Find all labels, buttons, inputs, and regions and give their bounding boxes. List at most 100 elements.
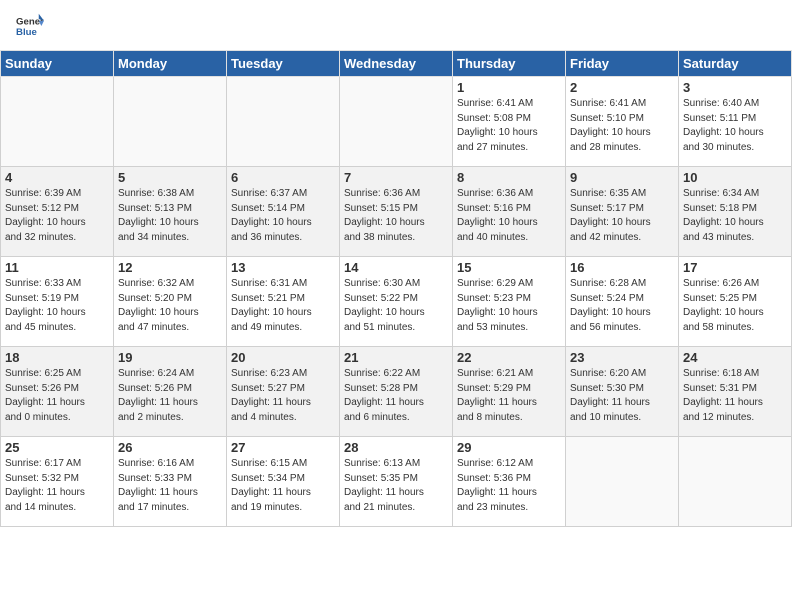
calendar-week-2: 4 Sunrise: 6:39 AM Sunset: 5:12 PM Daylig… bbox=[1, 167, 792, 257]
day-info: Sunrise: 6:16 AM Sunset: 5:33 PM Dayligh… bbox=[118, 457, 222, 515]
weekday-header-monday: Monday bbox=[114, 51, 227, 77]
day-info: Sunrise: 6:36 AM Sunset: 5:15 PM Dayligh… bbox=[344, 187, 448, 245]
calendar-cell: 22 Sunrise: 6:21 AM Sunset: 5:29 PM Dayli… bbox=[453, 347, 566, 437]
day-info: Sunrise: 6:41 AM Sunset: 5:10 PM Dayligh… bbox=[570, 97, 674, 155]
day-number: 19 bbox=[118, 350, 222, 365]
day-number: 28 bbox=[344, 440, 448, 455]
calendar-week-1: 1 Sunrise: 6:41 AM Sunset: 5:08 PM Daylig… bbox=[1, 77, 792, 167]
calendar-cell bbox=[340, 77, 453, 167]
day-info: Sunrise: 6:29 AM Sunset: 5:23 PM Dayligh… bbox=[457, 277, 561, 335]
day-number: 12 bbox=[118, 260, 222, 275]
weekday-header-wednesday: Wednesday bbox=[340, 51, 453, 77]
day-number: 10 bbox=[683, 170, 787, 185]
calendar-cell: 29 Sunrise: 6:12 AM Sunset: 5:36 PM Dayli… bbox=[453, 437, 566, 527]
day-number: 1 bbox=[457, 80, 561, 95]
calendar-cell: 6 Sunrise: 6:37 AM Sunset: 5:14 PM Daylig… bbox=[227, 167, 340, 257]
day-info: Sunrise: 6:20 AM Sunset: 5:30 PM Dayligh… bbox=[570, 367, 674, 425]
calendar-cell bbox=[227, 77, 340, 167]
calendar-cell: 21 Sunrise: 6:22 AM Sunset: 5:28 PM Dayli… bbox=[340, 347, 453, 437]
day-number: 22 bbox=[457, 350, 561, 365]
calendar-cell: 26 Sunrise: 6:16 AM Sunset: 5:33 PM Dayli… bbox=[114, 437, 227, 527]
calendar-cell: 14 Sunrise: 6:30 AM Sunset: 5:22 PM Dayli… bbox=[340, 257, 453, 347]
calendar-cell bbox=[114, 77, 227, 167]
calendar-week-4: 18 Sunrise: 6:25 AM Sunset: 5:26 PM Dayli… bbox=[1, 347, 792, 437]
day-info: Sunrise: 6:35 AM Sunset: 5:17 PM Dayligh… bbox=[570, 187, 674, 245]
calendar-cell: 4 Sunrise: 6:39 AM Sunset: 5:12 PM Daylig… bbox=[1, 167, 114, 257]
day-number: 27 bbox=[231, 440, 335, 455]
day-number: 25 bbox=[5, 440, 109, 455]
calendar-cell: 16 Sunrise: 6:28 AM Sunset: 5:24 PM Dayli… bbox=[566, 257, 679, 347]
day-info: Sunrise: 6:24 AM Sunset: 5:26 PM Dayligh… bbox=[118, 367, 222, 425]
day-info: Sunrise: 6:34 AM Sunset: 5:18 PM Dayligh… bbox=[683, 187, 787, 245]
day-info: Sunrise: 6:41 AM Sunset: 5:08 PM Dayligh… bbox=[457, 97, 561, 155]
day-number: 26 bbox=[118, 440, 222, 455]
day-number: 4 bbox=[5, 170, 109, 185]
calendar-cell bbox=[1, 77, 114, 167]
weekday-header-saturday: Saturday bbox=[679, 51, 792, 77]
calendar-cell: 5 Sunrise: 6:38 AM Sunset: 5:13 PM Daylig… bbox=[114, 167, 227, 257]
calendar-cell: 12 Sunrise: 6:32 AM Sunset: 5:20 PM Dayli… bbox=[114, 257, 227, 347]
day-number: 21 bbox=[344, 350, 448, 365]
calendar-cell: 27 Sunrise: 6:15 AM Sunset: 5:34 PM Dayli… bbox=[227, 437, 340, 527]
day-number: 18 bbox=[5, 350, 109, 365]
day-info: Sunrise: 6:22 AM Sunset: 5:28 PM Dayligh… bbox=[344, 367, 448, 425]
calendar-cell: 7Sunrise: 6:36 AM Sunset: 5:15 PM Daylig… bbox=[340, 167, 453, 257]
day-info: Sunrise: 6:28 AM Sunset: 5:24 PM Dayligh… bbox=[570, 277, 674, 335]
day-info: Sunrise: 6:31 AM Sunset: 5:21 PM Dayligh… bbox=[231, 277, 335, 335]
day-info: Sunrise: 6:12 AM Sunset: 5:36 PM Dayligh… bbox=[457, 457, 561, 515]
calendar-cell: 24Sunrise: 6:18 AM Sunset: 5:31 PM Dayli… bbox=[679, 347, 792, 437]
day-info: Sunrise: 6:30 AM Sunset: 5:22 PM Dayligh… bbox=[344, 277, 448, 335]
day-info: Sunrise: 6:26 AM Sunset: 5:25 PM Dayligh… bbox=[683, 277, 787, 335]
svg-text:Blue: Blue bbox=[16, 27, 37, 38]
day-number: 9 bbox=[570, 170, 674, 185]
calendar-cell bbox=[679, 437, 792, 527]
day-info: Sunrise: 6:32 AM Sunset: 5:20 PM Dayligh… bbox=[118, 277, 222, 335]
calendar-cell bbox=[566, 437, 679, 527]
calendar-cell: 23Sunrise: 6:20 AM Sunset: 5:30 PM Dayli… bbox=[566, 347, 679, 437]
day-info: Sunrise: 6:23 AM Sunset: 5:27 PM Dayligh… bbox=[231, 367, 335, 425]
day-number: 6 bbox=[231, 170, 335, 185]
calendar-cell: 20Sunrise: 6:23 AM Sunset: 5:27 PM Dayli… bbox=[227, 347, 340, 437]
calendar-cell: 15Sunrise: 6:29 AM Sunset: 5:23 PM Dayli… bbox=[453, 257, 566, 347]
calendar-cell: 1 Sunrise: 6:41 AM Sunset: 5:08 PM Daylig… bbox=[453, 77, 566, 167]
calendar-week-5: 25 Sunrise: 6:17 AM Sunset: 5:32 PM Dayli… bbox=[1, 437, 792, 527]
day-info: Sunrise: 6:21 AM Sunset: 5:29 PM Dayligh… bbox=[457, 367, 561, 425]
day-info: Sunrise: 6:17 AM Sunset: 5:32 PM Dayligh… bbox=[5, 457, 109, 515]
logo: General Blue bbox=[16, 12, 44, 40]
day-number: 17 bbox=[683, 260, 787, 275]
day-info: Sunrise: 6:18 AM Sunset: 5:31 PM Dayligh… bbox=[683, 367, 787, 425]
day-number: 16 bbox=[570, 260, 674, 275]
day-number: 11 bbox=[5, 260, 109, 275]
day-info: Sunrise: 6:13 AM Sunset: 5:35 PM Dayligh… bbox=[344, 457, 448, 515]
day-number: 5 bbox=[118, 170, 222, 185]
logo-icon: General Blue bbox=[16, 12, 44, 40]
day-info: Sunrise: 6:39 AM Sunset: 5:12 PM Dayligh… bbox=[5, 187, 109, 245]
page-header: General Blue bbox=[0, 0, 792, 44]
day-number: 13 bbox=[231, 260, 335, 275]
day-info: Sunrise: 6:33 AM Sunset: 5:19 PM Dayligh… bbox=[5, 277, 109, 335]
calendar-week-3: 11 Sunrise: 6:33 AM Sunset: 5:19 PM Dayli… bbox=[1, 257, 792, 347]
day-info: Sunrise: 6:38 AM Sunset: 5:13 PM Dayligh… bbox=[118, 187, 222, 245]
calendar-cell: 18 Sunrise: 6:25 AM Sunset: 5:26 PM Dayli… bbox=[1, 347, 114, 437]
day-info: Sunrise: 6:37 AM Sunset: 5:14 PM Dayligh… bbox=[231, 187, 335, 245]
calendar-cell: 25 Sunrise: 6:17 AM Sunset: 5:32 PM Dayli… bbox=[1, 437, 114, 527]
day-number: 29 bbox=[457, 440, 561, 455]
weekday-header-row: SundayMondayTuesdayWednesdayThursdayFrid… bbox=[1, 51, 792, 77]
weekday-header-friday: Friday bbox=[566, 51, 679, 77]
day-number: 14 bbox=[344, 260, 448, 275]
day-info: Sunrise: 6:25 AM Sunset: 5:26 PM Dayligh… bbox=[5, 367, 109, 425]
weekday-header-sunday: Sunday bbox=[1, 51, 114, 77]
calendar-cell: 13 Sunrise: 6:31 AM Sunset: 5:21 PM Dayli… bbox=[227, 257, 340, 347]
calendar-cell: 19 Sunrise: 6:24 AM Sunset: 5:26 PM Dayli… bbox=[114, 347, 227, 437]
calendar-cell: 8Sunrise: 6:36 AM Sunset: 5:16 PM Daylig… bbox=[453, 167, 566, 257]
calendar-cell: 11 Sunrise: 6:33 AM Sunset: 5:19 PM Dayli… bbox=[1, 257, 114, 347]
day-info: Sunrise: 6:15 AM Sunset: 5:34 PM Dayligh… bbox=[231, 457, 335, 515]
weekday-header-thursday: Thursday bbox=[453, 51, 566, 77]
calendar-cell: 10 Sunrise: 6:34 AM Sunset: 5:18 PM Dayli… bbox=[679, 167, 792, 257]
day-number: 3 bbox=[683, 80, 787, 95]
day-number: 8 bbox=[457, 170, 561, 185]
weekday-header-tuesday: Tuesday bbox=[227, 51, 340, 77]
calendar-cell: 3Sunrise: 6:40 AM Sunset: 5:11 PM Daylig… bbox=[679, 77, 792, 167]
calendar-cell: 2 Sunrise: 6:41 AM Sunset: 5:10 PM Daylig… bbox=[566, 77, 679, 167]
day-number: 2 bbox=[570, 80, 674, 95]
